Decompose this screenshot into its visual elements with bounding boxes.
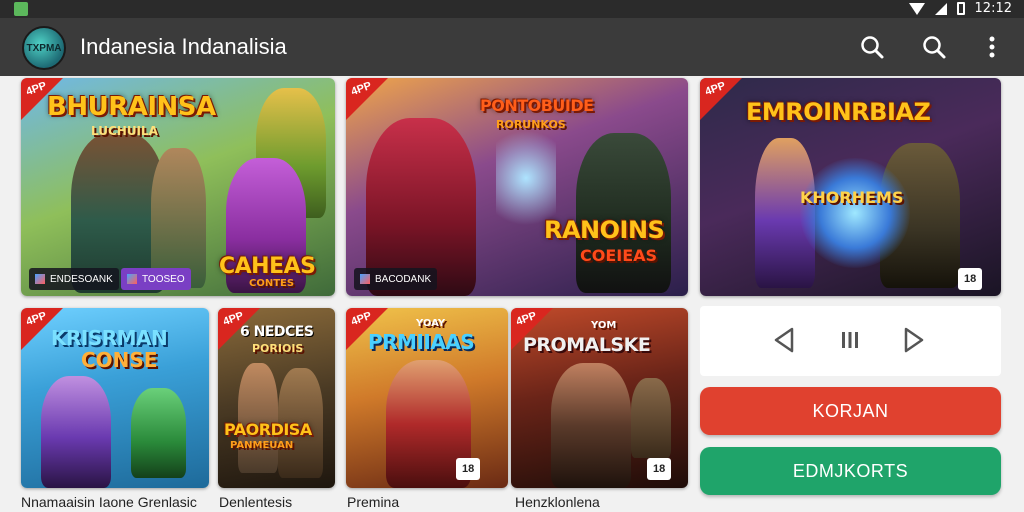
game-logo-title: BHURAINSA — [47, 92, 216, 122]
game-logo-title: 6 NEDCES — [240, 324, 314, 340]
status-time: 12:12 — [974, 1, 1012, 16]
game-logo-subtitle-secondary: CONTES — [249, 278, 295, 289]
character-art — [151, 148, 206, 288]
battery-icon — [956, 2, 965, 15]
next-icon[interactable] — [898, 324, 930, 356]
game-logo-title: PRMIIAAS — [368, 330, 475, 354]
app-logo[interactable]: TXPMA — [22, 26, 66, 70]
character-art — [551, 363, 631, 488]
game-logo-title-secondary: RANOINS — [544, 216, 665, 244]
pause-icon[interactable] — [834, 324, 866, 356]
wifi-icon — [908, 2, 925, 15]
rating-badge-label: 18 — [653, 463, 666, 475]
rating-badge: 18 — [456, 458, 481, 480]
game-logo-subtitle: RORUNKOS — [496, 118, 566, 131]
game-logo-title-secondary: CAHEAS — [219, 254, 316, 279]
game-card-4[interactable]: 4PP YOM PROMALSKE 18 — [511, 308, 688, 488]
signal-icon — [934, 2, 947, 15]
game-logo-title-secondary: PAORDISA — [224, 420, 312, 439]
game-logo-title: PONTOBUIDE — [480, 96, 594, 115]
game-card-featured-3[interactable]: 4PP EMROINRBIAZ KHORHEMS 18 — [700, 78, 1001, 296]
notification-app-icon — [14, 2, 28, 16]
rating-badge: 18 — [958, 268, 983, 290]
status-bar: 12:12 — [0, 0, 1024, 18]
game-logo-subtitle: CONSE — [81, 348, 158, 372]
character-art — [131, 388, 186, 478]
game-logo-subtitle: KHORHEMS — [800, 188, 904, 207]
platform-icon — [127, 274, 137, 284]
game-title[interactable]: Henzklonlena — [515, 494, 600, 510]
rating-badge: 18 — [647, 458, 672, 480]
game-logo-title: PROMALSKE — [523, 334, 651, 356]
media-controls — [700, 306, 1001, 376]
character-art — [238, 363, 278, 473]
game-logo-subtitle: LUCHUILA — [91, 124, 158, 138]
game-logo-subtitle: YOM — [591, 320, 617, 331]
search-icon-secondary[interactable] — [920, 33, 948, 61]
status-icons: 12:12 — [908, 1, 1012, 16]
platform-icon — [35, 274, 45, 284]
game-card-3[interactable]: 4PP YOAY PRMIIAAS 18 — [346, 308, 508, 488]
platform-badge: ENDESOANK — [29, 268, 119, 290]
secondary-action-button[interactable]: EDMJKORTS — [700, 447, 1001, 495]
platform-badge: BACODANK — [354, 268, 438, 290]
game-title[interactable]: Nnamaaisin Iaone Grenlasic — [21, 494, 197, 510]
game-card-featured-2[interactable]: 4PP PONTOBUIDE RORUNKOS RANOINS COEIEAS … — [346, 78, 688, 296]
platform-badge-label: TOOSEO — [142, 273, 185, 285]
platform-badge-label: ENDESOANK — [50, 273, 113, 285]
game-title[interactable]: Denlentesis — [219, 494, 292, 510]
game-logo-title: EMROINRBIAZ — [746, 98, 931, 126]
app-bar: TXPMA Indanesia Indanalisia — [0, 18, 1024, 76]
game-logo-subtitle: YOAY — [416, 318, 446, 329]
more-vert-icon[interactable] — [978, 33, 1006, 61]
primary-action-button[interactable]: KORJAN — [700, 387, 1001, 435]
game-card-featured-1[interactable]: 4PP BHURAINSA LUCHUILA CAHEAS CONTES END… — [21, 78, 335, 296]
prev-icon[interactable] — [768, 324, 800, 356]
game-logo-subtitle: PORIOIS — [252, 342, 304, 355]
game-title[interactable]: Premina — [347, 494, 399, 510]
rating-badge-label: 18 — [964, 273, 977, 285]
game-card-1[interactable]: 4PP KRISRMAN CONSE — [21, 308, 209, 488]
app-logo-text: TXPMA — [26, 42, 62, 54]
platform-badge: TOOSEO — [121, 268, 191, 290]
game-logo-subtitle-secondary: PANMEUAN — [230, 440, 294, 451]
character-art — [41, 376, 111, 488]
game-card-2[interactable]: 4PP 6 NEDCES PORIOIS PAORDISA PANMEUAN — [218, 308, 335, 488]
portal-effect — [800, 158, 910, 268]
character-art — [631, 378, 671, 458]
app-title: Indanesia Indanalisia — [80, 34, 287, 59]
rating-badge-label: 18 — [462, 463, 475, 475]
game-logo-title: KRISRMAN — [51, 326, 168, 350]
platform-icon — [360, 274, 370, 284]
platform-badge-label: BACODANK — [375, 273, 432, 285]
primary-action-label: KORJAN — [812, 400, 889, 421]
search-icon[interactable] — [858, 33, 886, 61]
game-logo-subtitle-secondary: COEIEAS — [580, 246, 658, 265]
character-art — [576, 133, 671, 293]
secondary-action-label: EDMJKORTS — [792, 460, 909, 481]
